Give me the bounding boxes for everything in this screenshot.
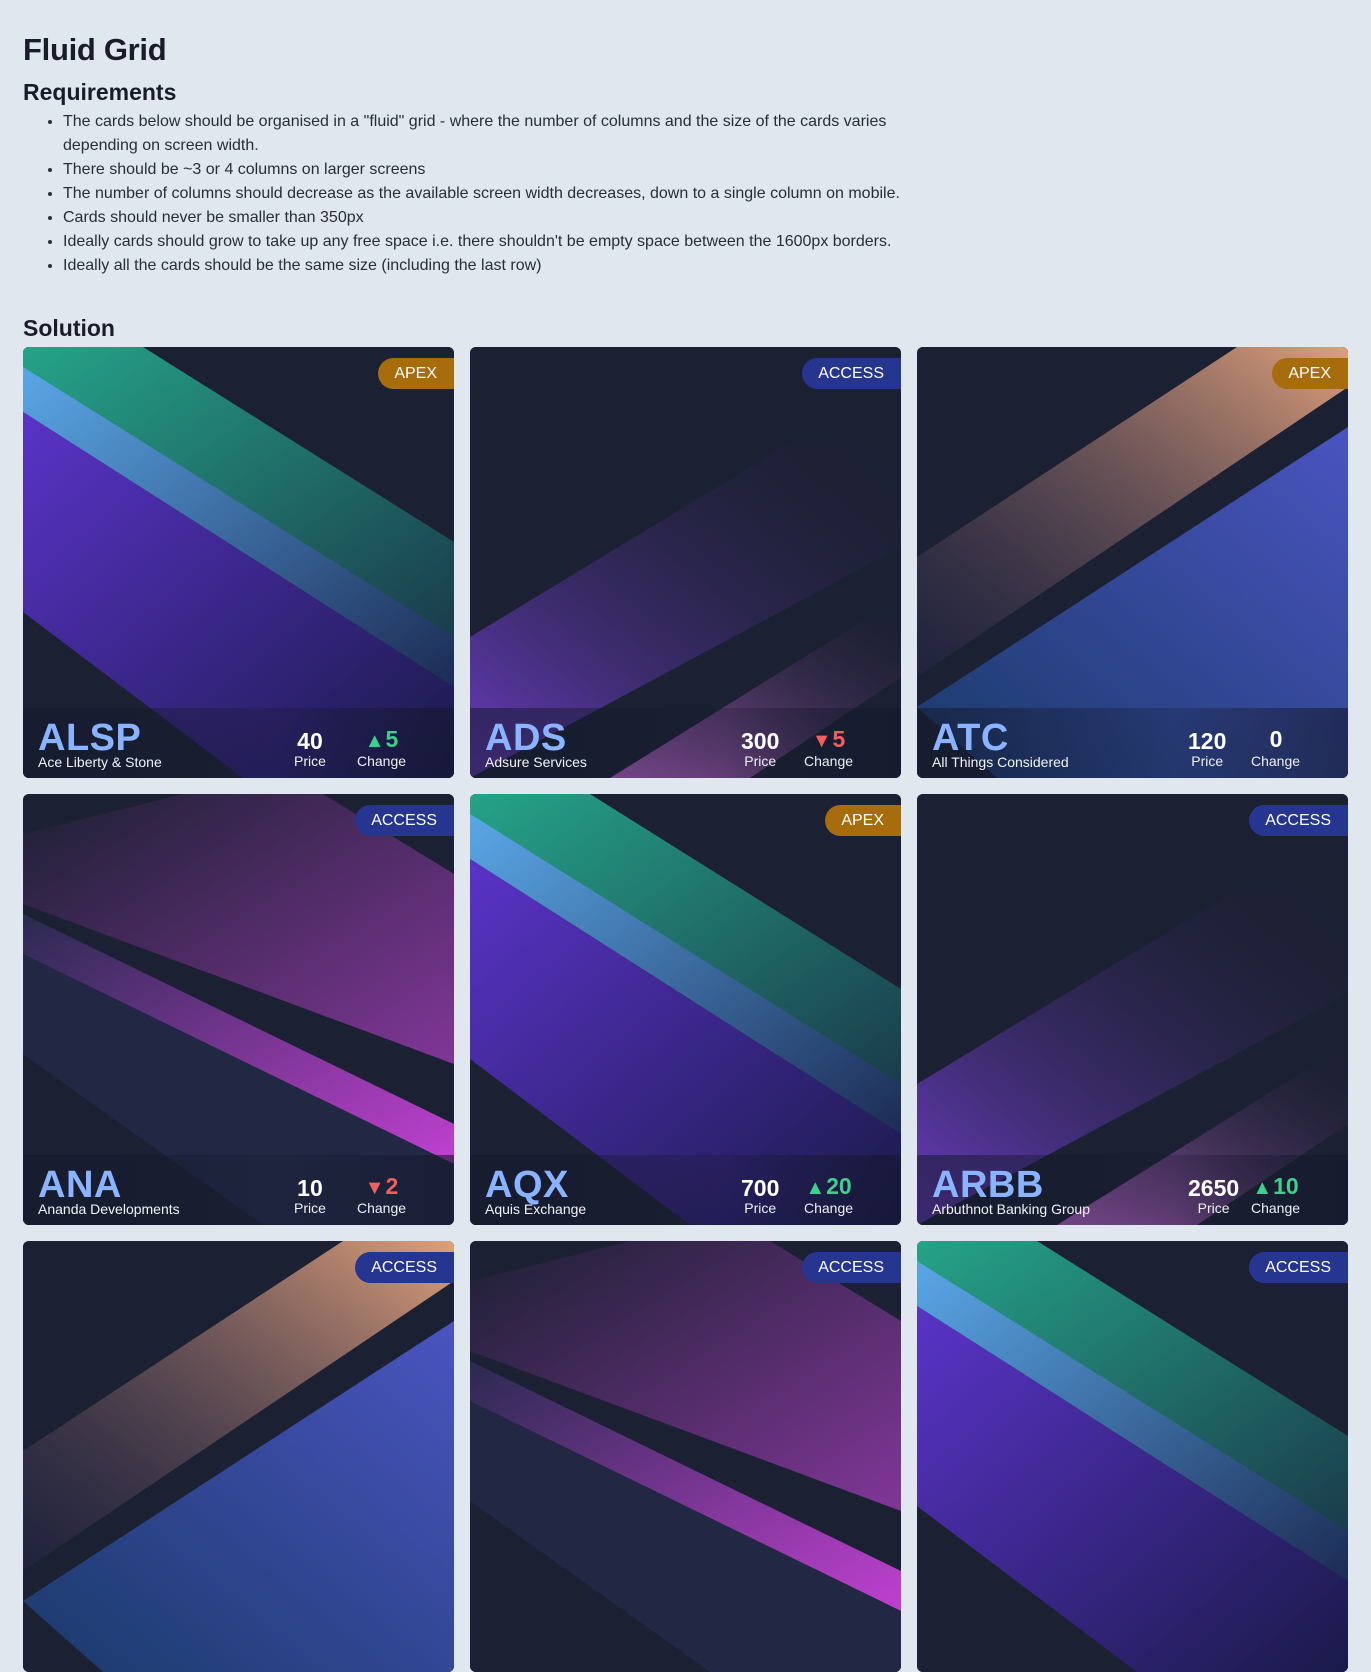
requirement-item: The cards below should be organised in a… [63, 110, 923, 158]
change-label: Change [804, 753, 854, 769]
company-name: Adsure Services [485, 754, 587, 770]
change-number: 2 [385, 1173, 399, 1199]
change-stat: ▲20 Change [804, 1174, 853, 1216]
price-label: Price [294, 1200, 326, 1216]
market-badge: ACCESS [802, 358, 901, 389]
company-name: Ace Liberty & Stone [38, 754, 162, 770]
price-label: Price [1191, 753, 1224, 769]
stock-card-atc[interactable]: APEX ATC All Things Considered 120 Price… [917, 347, 1348, 778]
change-value: ▲20 [804, 1174, 853, 1200]
change-stat: ▼2 Change [357, 1174, 406, 1216]
change-value: ▲10 [1251, 1174, 1300, 1200]
triangle-down-icon: ▼ [364, 1177, 385, 1199]
price-value: 700 [741, 1175, 780, 1201]
change-label: Change [804, 1200, 854, 1216]
page-title: Fluid Grid [23, 32, 167, 67]
card-artwork [917, 1241, 1348, 1672]
price-label: Price [744, 1200, 777, 1216]
market-badge: ACCESS [355, 1252, 454, 1283]
requirements-list: The cards below should be organised in a… [23, 110, 923, 278]
stock-card-item-7[interactable]: ACCESS Price Change [23, 1241, 454, 1672]
market-badge: ACCESS [1249, 805, 1348, 836]
card-info-bar: ADS Adsure Services 300 Price ▼5 Change [470, 708, 901, 778]
price-label: Price [744, 753, 777, 769]
ticker-symbol: ATC [932, 717, 1009, 759]
price-stat: 300 Price [741, 729, 779, 769]
stock-card-aqx[interactable]: APEX AQX Aquis Exchange 700 Price ▲20 Ch… [470, 794, 901, 1225]
card-artwork [23, 1241, 454, 1672]
change-number: 20 [826, 1173, 852, 1199]
price-label: Price [1197, 1200, 1230, 1216]
company-name: Ananda Developments [38, 1201, 180, 1217]
requirements-heading: Requirements [23, 79, 177, 105]
market-badge: ACCESS [802, 1252, 901, 1283]
requirement-item: There should be ~3 or 4 columns on large… [63, 158, 923, 182]
stock-card-alsp[interactable]: APEX ALSP Ace Liberty & Stone 40 Price ▲… [23, 347, 454, 778]
price-stat: 10 Price [294, 1176, 326, 1216]
price-stat: 120 Price [1188, 729, 1226, 769]
change-label: Change [1251, 1200, 1301, 1216]
price-stat: 2650 Price [1188, 1176, 1239, 1216]
stock-card-ana[interactable]: ACCESS ANA Ananda Developments 10 Price … [23, 794, 454, 1225]
change-number: 0 [1269, 726, 1283, 752]
price-label: Price [294, 753, 326, 769]
ticker-symbol: ANA [38, 1164, 122, 1206]
company-name: All Things Considered [932, 754, 1069, 770]
card-info-bar: ARBB Arbuthnot Banking Group 2650 Price … [917, 1155, 1348, 1225]
ticker-symbol: ADS [485, 717, 567, 759]
change-value: 0 [1251, 727, 1300, 753]
price-value: 300 [741, 728, 780, 754]
change-stat: ▼5 Change [804, 727, 853, 769]
card-info-bar: ATC All Things Considered 120 Price 0 Ch… [917, 708, 1348, 778]
change-number: 10 [1273, 1173, 1299, 1199]
market-badge: ACCESS [355, 805, 454, 836]
card-artwork [470, 1241, 901, 1672]
stock-card-arbb[interactable]: ACCESS ARBB Arbuthnot Banking Group 2650… [917, 794, 1348, 1225]
price-value: 40 [297, 728, 323, 754]
requirement-item: Ideally cards should grow to take up any… [63, 230, 923, 254]
ticker-symbol: ALSP [38, 717, 142, 759]
requirement-item: Ideally all the cards should be the same… [63, 254, 923, 278]
ticker-symbol: ARBB [932, 1164, 1044, 1206]
market-badge: APEX [1272, 358, 1348, 389]
change-stat: ▲10 Change [1251, 1174, 1300, 1216]
requirement-item: Cards should never be smaller than 350px [63, 206, 923, 230]
change-number: 5 [832, 726, 846, 752]
card-info-bar: ALSP Ace Liberty & Stone 40 Price ▲5 Cha… [23, 708, 454, 778]
card-info-bar: ANA Ananda Developments 10 Price ▼2 Chan… [23, 1155, 454, 1225]
change-stat: 0 Change [1251, 727, 1300, 769]
triangle-up-icon: ▲ [364, 730, 385, 752]
triangle-up-icon: ▲ [805, 1177, 826, 1199]
stock-card-ads[interactable]: ACCESS ADS Adsure Services 300 Price ▼5 … [470, 347, 901, 778]
stock-card-item-8[interactable]: ACCESS Price Change [470, 1241, 901, 1672]
price-value: 2650 [1188, 1175, 1240, 1201]
change-value: ▼5 [804, 727, 853, 753]
change-stat: ▲5 Change [357, 727, 406, 769]
change-label: Change [1251, 753, 1301, 769]
change-label: Change [357, 753, 407, 769]
triangle-down-icon: ▼ [811, 730, 832, 752]
card-grid: APEX ALSP Ace Liberty & Stone 40 Price ▲… [23, 347, 1348, 1672]
change-label: Change [357, 1200, 407, 1216]
market-badge: APEX [378, 358, 454, 389]
requirement-item: The number of columns should decrease as… [63, 182, 923, 206]
company-name: Arbuthnot Banking Group [932, 1201, 1090, 1217]
card-info-bar: AQX Aquis Exchange 700 Price ▲20 Change [470, 1155, 901, 1225]
triangle-up-icon: ▲ [1252, 1177, 1273, 1199]
price-stat: 40 Price [294, 729, 326, 769]
company-name: Aquis Exchange [485, 1201, 587, 1217]
change-number: 5 [385, 726, 399, 752]
ticker-symbol: AQX [485, 1164, 569, 1206]
change-value: ▼2 [357, 1174, 406, 1200]
stock-card-item-9[interactable]: ACCESS Price Change [917, 1241, 1348, 1672]
price-stat: 700 Price [741, 1176, 779, 1216]
market-badge: APEX [825, 805, 901, 836]
solution-heading: Solution [23, 315, 115, 341]
price-value: 120 [1188, 728, 1227, 754]
market-badge: ACCESS [1249, 1252, 1348, 1283]
change-value: ▲5 [357, 727, 406, 753]
price-value: 10 [297, 1175, 323, 1201]
